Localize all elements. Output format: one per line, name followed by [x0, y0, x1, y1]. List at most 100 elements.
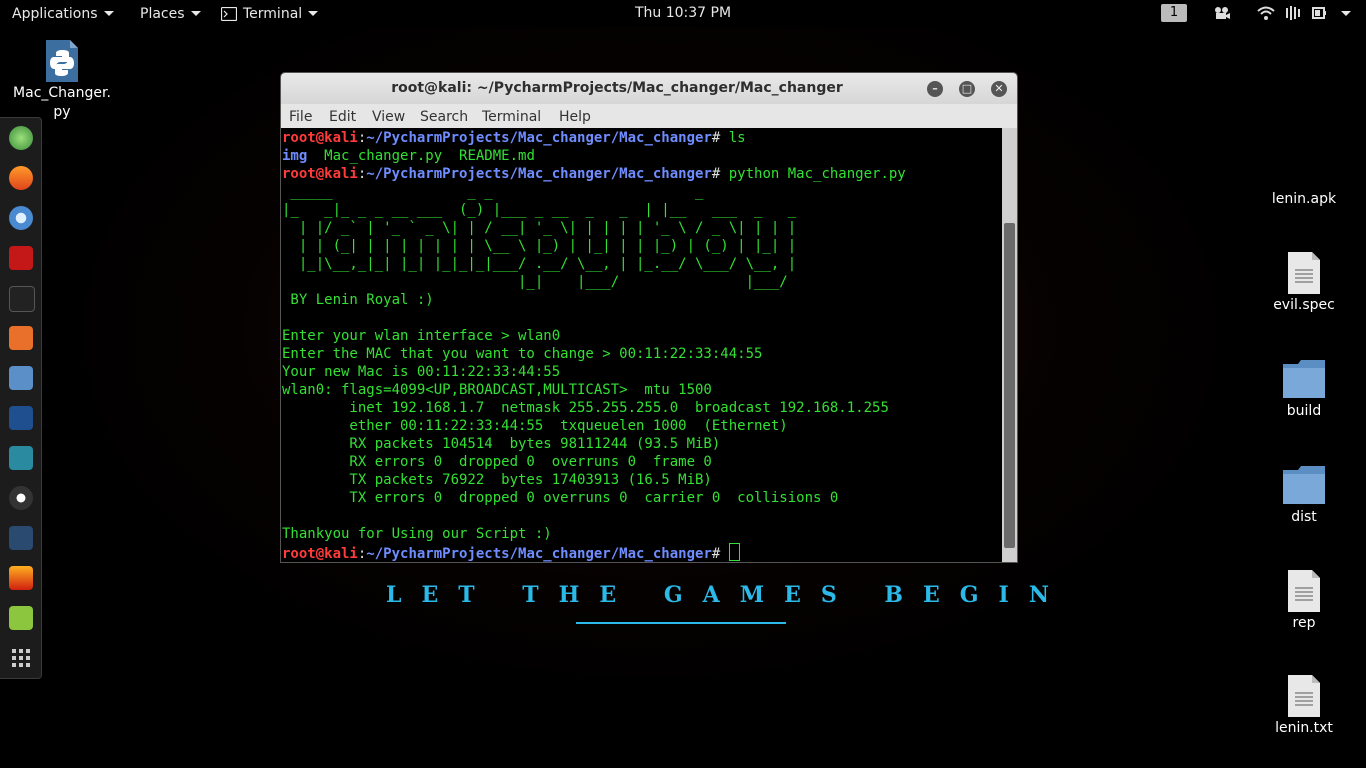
workspace-indicator[interactable]: 1 — [1161, 4, 1187, 22]
wifi-icon[interactable] — [1257, 5, 1275, 21]
desktop-folder-dist[interactable]: dist — [1254, 462, 1354, 527]
prompt-user: root@kali — [282, 546, 358, 562]
scrollbar-thumb[interactable] — [1004, 223, 1015, 548]
command-text: ls — [728, 130, 746, 146]
desktop-file-label: rep — [1292, 615, 1316, 631]
desktop-file-label: lenin.txt — [1275, 720, 1333, 736]
output-line: Enter the MAC that you want to change > … — [282, 346, 763, 362]
window-titlebar[interactable]: root@kali: ~/PycharmProjects/Mac_changer… — [281, 73, 1017, 104]
output-line: wlan0: flags=4099<UP,BROADCAST,MULTICAST… — [282, 382, 712, 398]
terminal-icon[interactable] — [9, 286, 35, 312]
terminal-line: img Mac_changer.py README.md — [282, 147, 1002, 165]
system-menu-chevron-icon[interactable] — [1341, 11, 1351, 16]
menu-help[interactable]: Help — [559, 104, 591, 128]
terminal-line: root@kali:~/PycharmProjects/Mac_changer/… — [282, 166, 906, 182]
desktop-file-label: lenin.apk — [1271, 191, 1337, 207]
prompt-path: ~/PycharmProjects/Mac_changer/Mac_change… — [366, 130, 712, 146]
chromium-icon[interactable] — [9, 206, 33, 230]
desktop-folder-label: build — [1286, 403, 1322, 419]
text-file-icon — [1288, 675, 1320, 717]
output-line: Enter your wlan interface > wlan0 — [282, 328, 561, 344]
text-file-icon — [1288, 252, 1320, 294]
output-line: RX errors 0 dropped 0 overruns 0 frame 0 — [282, 454, 712, 470]
folder-icon — [1283, 466, 1325, 504]
terminal-line: root@kali:~/PycharmProjects/Mac_changer/… — [282, 130, 746, 146]
ascii-banner-line: | | (_| | | | | | | | \__ \ |_) | |_| | … — [282, 238, 797, 254]
ls-directory: img — [282, 148, 308, 164]
favorites-dock — [0, 117, 42, 679]
faraday-icon[interactable] — [9, 526, 33, 550]
chevron-down-icon — [190, 11, 201, 16]
prompt-user: root@kali — [282, 166, 358, 182]
screen-recorder-icon[interactable] — [1213, 5, 1231, 21]
menu-terminal[interactable]: Terminal — [482, 104, 541, 128]
terminal-menubar: File Edit View Search Terminal Help — [281, 104, 1017, 129]
prompt-path: ~/PycharmProjects/Mac_changer/Mac_change… — [366, 546, 712, 562]
terminal-output[interactable]: root@kali:~/PycharmProjects/Mac_changer/… — [281, 128, 1002, 562]
chevron-down-icon — [308, 11, 319, 16]
text-cursor — [728, 543, 740, 561]
desktop-file-evil-spec[interactable]: evil.spec — [1254, 250, 1354, 315]
terminal-icon — [221, 6, 237, 21]
clock[interactable]: Thu 10:37 PM — [635, 5, 731, 21]
applications-label: Applications — [12, 5, 98, 22]
output-line: TX errors 0 dropped 0 overruns 0 carrier… — [282, 490, 839, 506]
burpsuite-icon[interactable] — [9, 326, 33, 350]
menu-view[interactable]: View — [372, 104, 405, 128]
firefox-icon[interactable] — [9, 166, 33, 190]
thanks-line: Thankyou for Using our Script :) — [282, 526, 552, 542]
ascii-banner-line: _____ _ _ _ — [282, 184, 704, 200]
terminal-window: root@kali: ~/PycharmProjects/Mac_changer… — [280, 72, 1018, 563]
desktop-file-mac-changer[interactable]: Mac_Changer.py — [12, 38, 112, 122]
maltego-icon[interactable] — [9, 446, 33, 470]
prompt-path: ~/PycharmProjects/Mac_changer/Mac_change… — [366, 166, 712, 182]
ascii-banner-line: |_| |___/ |___/ — [282, 274, 788, 290]
text-file-icon — [1288, 570, 1320, 612]
output-line: inet 192.168.1.7 netmask 255.255.255.0 b… — [282, 400, 889, 416]
ghost-icon[interactable] — [9, 486, 33, 510]
flashfire-icon[interactable] — [9, 566, 33, 590]
maximize-button[interactable]: □ — [959, 81, 975, 97]
output-line: TX packets 76922 bytes 17403913 (16.5 Mi… — [282, 472, 712, 488]
scrollbar[interactable] — [1002, 128, 1017, 562]
files-icon[interactable] — [9, 366, 33, 390]
desktop-folder-label: dist — [1291, 509, 1317, 525]
menu-file[interactable]: File — [289, 104, 312, 128]
output-line: Your new Mac is 00:11:22:33:44:55 — [282, 364, 561, 380]
output-line: RX packets 104514 bytes 98111244 (93.5 M… — [282, 436, 721, 452]
terminal-app-menu[interactable]: Terminal — [221, 0, 319, 27]
places-menu[interactable]: Places — [140, 0, 201, 27]
output-line: ether 00:11:22:33:44:55 txqueuelen 1000 … — [282, 418, 788, 434]
show-apps-icon[interactable] — [9, 646, 33, 670]
desktop-file-label: Mac_Changer.py — [13, 85, 111, 120]
terminal-app-label: Terminal — [243, 5, 303, 22]
desktop-file-rep[interactable]: rep — [1254, 568, 1354, 633]
globe-icon[interactable] — [9, 126, 33, 150]
desktop-folder-build[interactable]: build — [1254, 356, 1354, 421]
wallpaper-slogan: LET THE GAMES BEGIN — [386, 582, 1069, 608]
battery-icon[interactable] — [1312, 5, 1330, 21]
window-title: root@kali: ~/PycharmProjects/Mac_changer… — [391, 80, 843, 96]
ascii-banner-line: |_ _|_ _ _ __ ___ (_) |___ _ __ _ _ | |_… — [282, 202, 797, 218]
minimize-button[interactable]: – — [927, 81, 943, 97]
command-text: python Mac_changer.py — [728, 166, 906, 182]
ls-files: Mac_changer.py README.md — [307, 148, 535, 164]
ascii-banner-line: | |/ _` | '_ ` _ \| | / __| '_ \| | | | … — [282, 220, 797, 236]
armitage-icon[interactable] — [9, 246, 33, 270]
places-label: Places — [140, 5, 185, 22]
desktop-file-lenin-txt[interactable]: lenin.txt — [1254, 673, 1354, 738]
desktop-file-lenin-apk[interactable]: lenin.apk — [1254, 190, 1354, 209]
top-panel: Applications Places Terminal Thu 10:37 P… — [0, 0, 1366, 27]
menu-search[interactable]: Search — [420, 104, 468, 128]
applications-menu[interactable]: Applications — [12, 0, 114, 27]
python-file-icon — [46, 40, 78, 82]
terminal-line: root@kali:~/PycharmProjects/Mac_changer/… — [282, 543, 1002, 562]
metasploit-icon[interactable] — [9, 406, 33, 430]
wallpaper-underline — [576, 622, 786, 624]
volume-icon[interactable] — [1285, 5, 1303, 21]
close-button[interactable]: ✕ — [991, 81, 1007, 97]
notes-icon[interactable] — [9, 606, 33, 630]
byline: BY Lenin Royal :) — [282, 292, 434, 308]
prompt-user: root@kali — [282, 130, 358, 146]
menu-edit[interactable]: Edit — [329, 104, 356, 128]
